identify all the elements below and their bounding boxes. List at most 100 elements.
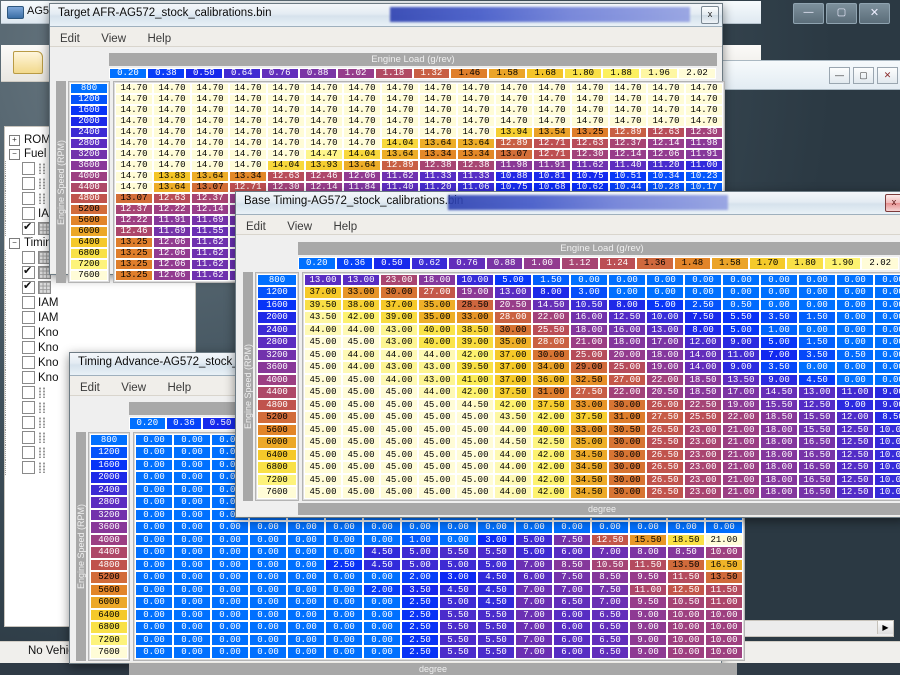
data-cell[interactable]: 5.00 (646, 298, 684, 311)
column-header-cell[interactable]: 0.20 (298, 257, 336, 270)
data-cell[interactable]: 5.50 (477, 621, 515, 634)
row-header-cell[interactable]: 4800 (90, 558, 128, 571)
data-cell[interactable]: 14.70 (381, 105, 419, 116)
data-cell[interactable]: 7.00 (760, 348, 798, 361)
data-cell[interactable]: 34.00 (532, 361, 570, 374)
data-cell[interactable]: 10.00 (874, 473, 900, 486)
data-cell[interactable]: 13.25 (115, 259, 153, 270)
data-cell[interactable]: 14.70 (115, 149, 153, 160)
table-row[interactable]: 0.00 0.00 0.00 0.00 0.00 0.00 0.00 2.50 5.50 5.50… (135, 608, 743, 621)
data-cell[interactable]: 8.00 (629, 546, 667, 559)
row-header-cell[interactable]: 800 (257, 273, 297, 286)
data-cell[interactable]: 0.00 (363, 533, 401, 546)
row-header-cell[interactable]: 5600 (70, 215, 108, 226)
data-cell[interactable]: 44.00 (418, 348, 456, 361)
data-cell[interactable]: 37.00 (494, 361, 532, 374)
data-cell[interactable]: 14.04 (381, 138, 419, 149)
row-header-cell[interactable]: 4000 (257, 373, 297, 386)
data-cell[interactable]: 20.00 (608, 348, 646, 361)
data-cell[interactable]: 33.00 (456, 311, 494, 324)
row-header-cell[interactable]: 4800 (70, 193, 108, 204)
data-cell[interactable]: 14.70 (647, 105, 685, 116)
data-cell[interactable]: 5.00 (439, 596, 477, 609)
data-cell[interactable]: 12.50 (836, 473, 874, 486)
data-cell[interactable]: 43.00 (418, 373, 456, 386)
data-cell[interactable]: 5.00 (515, 533, 553, 546)
data-cell[interactable]: 0.00 (211, 633, 249, 646)
data-cell[interactable]: 11.00 (722, 348, 760, 361)
row-header-cell[interactable]: 6400 (257, 448, 297, 461)
data-cell[interactable]: 0.00 (135, 558, 173, 571)
data-cell[interactable]: 13.54 (533, 127, 571, 138)
data-cell[interactable]: 34.50 (570, 486, 608, 499)
data-cell[interactable]: 1.50 (532, 273, 570, 286)
data-cell[interactable]: 16.50 (798, 473, 836, 486)
data-cell[interactable]: 12.37 (115, 204, 153, 215)
data-cell[interactable]: 21.00 (570, 336, 608, 349)
row-header-cell[interactable]: 7600 (90, 646, 128, 659)
data-cell[interactable]: 12.46 (305, 171, 343, 182)
data-cell[interactable]: 0.00 (249, 571, 287, 584)
data-cell[interactable]: 13.00 (342, 273, 380, 286)
data-cell[interactable]: 14.70 (115, 138, 153, 149)
data-cell[interactable]: 26.50 (646, 448, 684, 461)
data-cell[interactable]: 5.50 (477, 633, 515, 646)
data-cell[interactable]: 12.06 (153, 270, 191, 281)
data-cell[interactable]: 14.70 (457, 116, 495, 127)
data-cell[interactable]: 37.00 (304, 286, 342, 299)
data-cell[interactable]: 8.50 (553, 558, 591, 571)
checkbox-icon[interactable] (22, 192, 35, 205)
data-cell[interactable]: 0.00 (477, 521, 515, 534)
data-cell[interactable]: 43.00 (380, 323, 418, 336)
data-cell[interactable]: 11.00 (836, 386, 874, 399)
inner-window-buttons[interactable]: — ▢ ✕ (829, 67, 898, 84)
data-cell[interactable]: 2.50 (401, 633, 439, 646)
data-cell[interactable]: 44.00 (494, 423, 532, 436)
data-cell[interactable]: 37.00 (380, 298, 418, 311)
data-cell[interactable]: 42.00 (532, 486, 570, 499)
data-cell[interactable]: 14.70 (229, 127, 267, 138)
table-row[interactable]: 45.00 45.00 45.00 45.00 45.00 44.00 42.00 34.50… (304, 461, 900, 474)
data-cell[interactable]: 0.00 (874, 361, 900, 374)
data-cell[interactable]: 27.00 (608, 373, 646, 386)
data-cell[interactable]: 0.00 (173, 521, 211, 534)
checkbox-checked-icon[interactable] (22, 279, 35, 294)
data-cell[interactable]: 45.00 (304, 461, 342, 474)
data-cell[interactable]: 6.50 (591, 621, 629, 634)
data-cell[interactable]: 12.50 (836, 448, 874, 461)
data-cell[interactable]: 11.98 (495, 160, 533, 171)
data-cell[interactable]: 30.00 (608, 398, 646, 411)
column-header-cell[interactable]: 1.48 (673, 257, 712, 270)
data-cell[interactable]: 44.00 (380, 348, 418, 361)
data-cell[interactable]: 22.00 (722, 411, 760, 424)
data-cell[interactable]: 5.00 (401, 546, 439, 559)
data-cell[interactable]: 14.70 (457, 105, 495, 116)
data-cell[interactable]: 45.00 (304, 473, 342, 486)
data-cell[interactable]: 9.00 (722, 336, 760, 349)
data-cell[interactable]: 14.70 (343, 127, 381, 138)
close-icon[interactable]: x (885, 194, 900, 212)
data-cell[interactable]: 12.50 (591, 533, 629, 546)
data-cell[interactable]: 0.00 (135, 546, 173, 559)
data-cell[interactable]: 5.00 (439, 558, 477, 571)
data-cell[interactable]: 10.00 (705, 546, 743, 559)
data-cell[interactable]: 14.70 (343, 116, 381, 127)
row-header-cell[interactable]: 7600 (257, 486, 297, 499)
data-cell[interactable]: 12.71 (533, 149, 571, 160)
data-cell[interactable]: 14.70 (647, 116, 685, 127)
data-cell[interactable]: 13.93 (305, 160, 343, 171)
table-row[interactable]: 0.00 0.00 0.00 0.00 0.00 2.50 4.50 5.00 5.00 5.00… (135, 558, 743, 571)
table-row[interactable]: 0.00 0.00 0.00 0.00 0.00 0.00 0.00 1.00 0.00 3.00… (135, 533, 743, 546)
data-cell[interactable]: 11.62 (191, 270, 229, 281)
row-header-cell[interactable]: 5600 (257, 423, 297, 436)
data-cell[interactable]: 10.00 (705, 646, 743, 659)
data-cell[interactable]: 1.00 (401, 533, 439, 546)
data-cell[interactable]: 0.00 (173, 608, 211, 621)
column-header-cell[interactable]: 0.50 (184, 68, 223, 79)
data-cell[interactable]: 6.00 (553, 608, 591, 621)
checkbox-icon[interactable] (22, 177, 35, 190)
data-cell[interactable]: 12.30 (685, 127, 723, 138)
data-cell[interactable]: 4.50 (363, 558, 401, 571)
data-cell[interactable]: 9.00 (629, 633, 667, 646)
data-cell[interactable]: 5.50 (477, 646, 515, 659)
